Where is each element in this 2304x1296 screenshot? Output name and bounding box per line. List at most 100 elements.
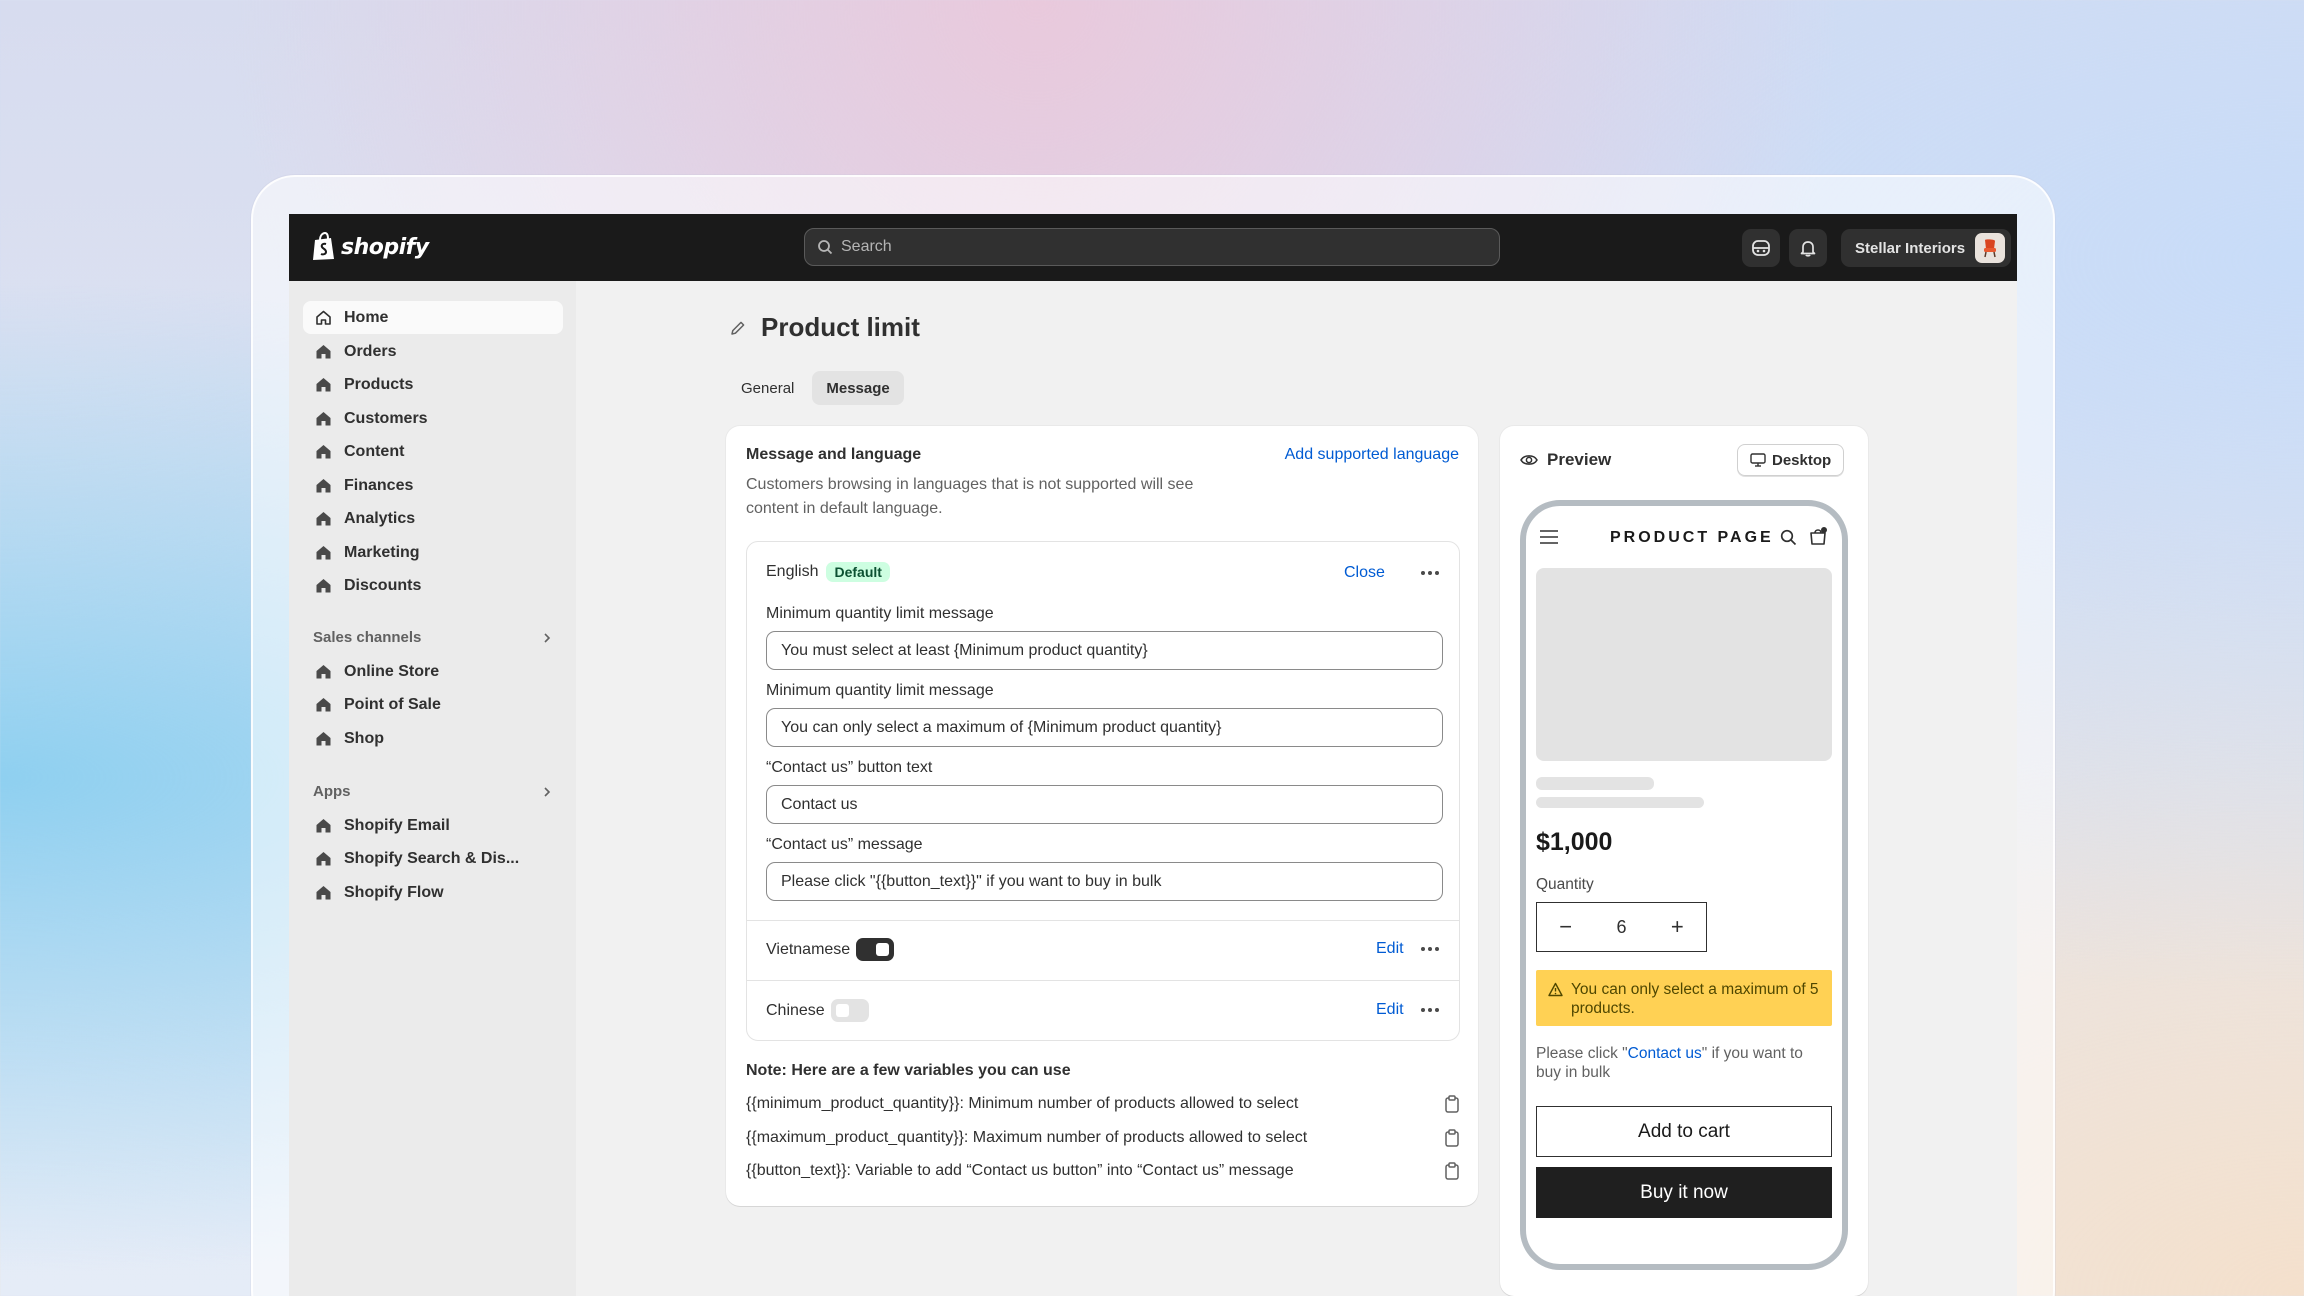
sidebar-item-label: Shopify Email	[344, 816, 450, 834]
sidebar-item-label: Shop	[344, 729, 384, 747]
home-icon	[316, 886, 331, 900]
sidebar-item-shopify-flow[interactable]: Shopify Flow	[303, 876, 563, 909]
min-quantity-message-input[interactable]	[766, 631, 1443, 670]
home-icon	[316, 345, 331, 359]
contact-button-text-input[interactable]	[766, 785, 1443, 824]
sidebar-item-content[interactable]: Content	[303, 435, 563, 468]
bell-icon	[1800, 241, 1816, 257]
sales-channels-header[interactable]: Sales channels	[313, 629, 553, 646]
section-label: Sales channels	[313, 629, 422, 646]
max-quantity-message-input[interactable]	[766, 708, 1443, 747]
search-icon[interactable]	[1780, 529, 1797, 546]
notifications-button[interactable]	[1789, 229, 1827, 267]
hamburger-menu-icon[interactable]	[1540, 530, 1558, 544]
home-icon	[316, 512, 331, 526]
contact-message-input[interactable]	[766, 862, 1443, 901]
card-title: Message and language	[746, 446, 922, 463]
default-badge: Default	[826, 562, 890, 582]
apps-header[interactable]: Apps	[313, 783, 553, 800]
more-actions-icon[interactable]	[1421, 571, 1439, 575]
tab-message[interactable]: Message	[812, 371, 904, 405]
more-actions-icon[interactable]	[1421, 1008, 1439, 1012]
logo-text: shopify	[341, 234, 429, 260]
sidebar-item-analytics[interactable]: Analytics	[303, 502, 563, 535]
store-avatar	[1975, 233, 2006, 263]
sidebar-item-label: Online Store	[344, 662, 440, 680]
sidebar-item-online-store[interactable]: Online Store	[303, 655, 563, 688]
vietnamese-row: Vietnamese	[766, 938, 895, 961]
home-icon	[316, 698, 331, 712]
buy-now-button[interactable]: Buy it now	[1536, 1167, 1832, 1218]
decrease-button[interactable]: −	[1559, 914, 1572, 940]
chinese-toggle[interactable]	[830, 999, 869, 1022]
sidebar-item-label: Orders	[344, 342, 397, 360]
skeleton-line	[1536, 777, 1654, 790]
contact-us-link[interactable]: Contact us	[1628, 1045, 1702, 1062]
clipboard-icon[interactable]	[1444, 1162, 1460, 1180]
chinese-row: Chinese	[766, 999, 869, 1022]
warning-icon	[1548, 982, 1563, 997]
sidebar-item-shopify-email[interactable]: Shopify Email	[303, 809, 563, 842]
sidebar-item-finances[interactable]: Finances	[303, 469, 563, 502]
sidebar-item-products[interactable]: Products	[303, 368, 563, 401]
tab-bar: General Message	[727, 371, 904, 405]
store-menu-button[interactable]: Stellar Interiors	[1841, 229, 2012, 267]
home-icon	[316, 579, 331, 593]
sidebar-item-label: Shopify Search & Dis...	[344, 849, 520, 867]
message-card: Message and language Add supported langu…	[726, 426, 1478, 1206]
home-icon	[316, 412, 331, 426]
edit-chinese-link[interactable]: Edit	[1376, 1001, 1404, 1019]
sidebar-item-orders[interactable]: Orders	[303, 335, 563, 368]
sidebar-item-label: Content	[344, 442, 405, 460]
device-toggle-button[interactable]: Desktop	[1737, 444, 1845, 476]
increase-button[interactable]: +	[1671, 914, 1684, 940]
sidebar-item-discounts[interactable]: Discounts	[303, 569, 563, 602]
vietnamese-toggle[interactable]	[856, 938, 895, 961]
clipboard-icon[interactable]	[1444, 1095, 1460, 1113]
section-label: Apps	[313, 783, 351, 800]
language-label: English	[766, 563, 819, 580]
sidebar-item-customers[interactable]: Customers	[303, 402, 563, 435]
home-icon	[316, 732, 331, 746]
add-to-cart-button[interactable]: Add to cart	[1536, 1106, 1832, 1157]
more-actions-icon[interactable]	[1421, 947, 1439, 951]
clipboard-icon[interactable]	[1444, 1129, 1460, 1147]
variable-row: {{minimum_product_quantity}}: Minimum nu…	[746, 1095, 1460, 1113]
add-language-link[interactable]: Add supported language	[1285, 446, 1459, 464]
home-icon	[316, 546, 331, 560]
card-subtitle: Customers browsing in languages that is …	[746, 476, 1194, 517]
chevron-right-icon	[544, 632, 551, 643]
chevron-right-icon	[544, 786, 551, 797]
product-page-title: PRODUCT PAGE	[1610, 529, 1774, 546]
preview-title: Preview	[1547, 450, 1612, 469]
pencil-icon[interactable]	[729, 319, 747, 337]
sidebar-item-shopify-search[interactable]: Shopify Search & Dis...	[303, 842, 563, 875]
tab-general[interactable]: General	[727, 371, 808, 405]
sidebar-item-home[interactable]: Home	[303, 301, 563, 334]
edit-vietnamese-link[interactable]: Edit	[1376, 940, 1404, 958]
admin-screen: shopify Stellar Interiors	[289, 214, 2017, 1296]
cart-icon[interactable]	[1808, 526, 1828, 546]
contact-prefix: Please click "	[1536, 1045, 1628, 1062]
sidebar-item-shop[interactable]: Shop	[303, 722, 563, 755]
quantity-stepper[interactable]: − 6 +	[1536, 902, 1707, 952]
sidebar-item-marketing[interactable]: Marketing	[303, 536, 563, 569]
close-link[interactable]: Close	[1344, 564, 1385, 582]
home-icon	[316, 378, 331, 392]
warning-text: You can only select a maximum of 5 produ…	[1571, 981, 1819, 1017]
search-bar[interactable]	[804, 228, 1500, 266]
shopify-logo[interactable]: shopify	[311, 232, 429, 262]
sidebar-item-point-of-sale[interactable]: Point of Sale	[303, 688, 563, 721]
desktop-icon	[1750, 453, 1766, 467]
language-label: Vietnamese	[766, 940, 851, 958]
search-icon	[818, 240, 833, 255]
language-list: English Default Close Minimum quantity l…	[746, 541, 1460, 1041]
eye-icon	[1520, 455, 1538, 465]
home-icon	[316, 445, 331, 459]
variables-note: Note: Here are a few variables you can u…	[746, 1062, 1071, 1079]
product-image-placeholder	[1536, 568, 1832, 761]
sidekick-button[interactable]	[1742, 229, 1780, 267]
search-input[interactable]	[841, 238, 1481, 256]
sidebar-item-label: Home	[344, 308, 389, 326]
field-label: Minimum quantity limit message	[766, 682, 994, 699]
